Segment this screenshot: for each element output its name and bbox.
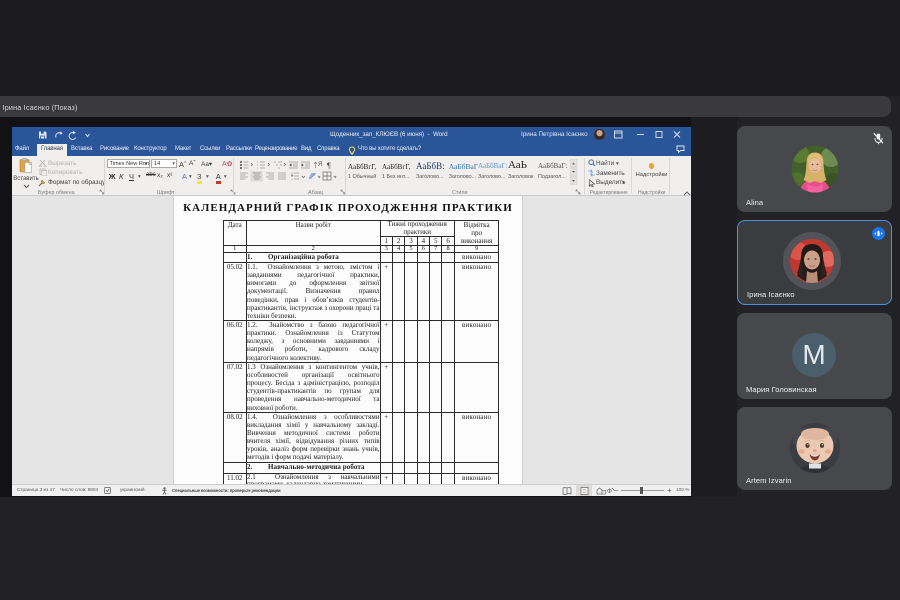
svg-text:¶: ¶ [327, 161, 331, 170]
svg-text:Я: Я [318, 162, 322, 168]
svg-text:Ф: Ф [607, 488, 612, 494]
